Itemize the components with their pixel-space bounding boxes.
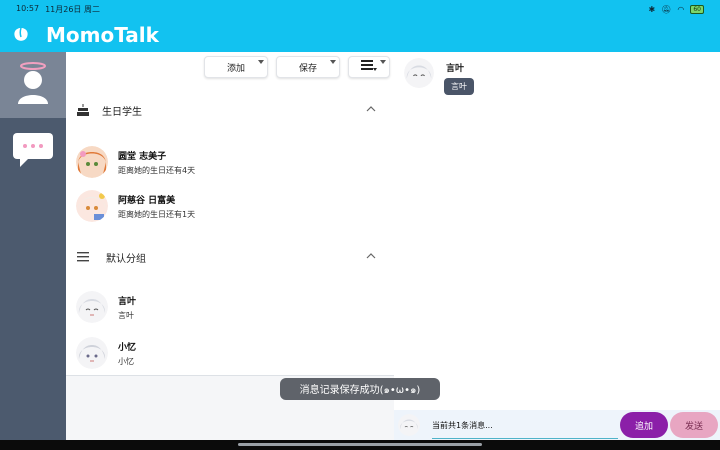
dropdown-arrow-icon (330, 60, 336, 64)
contact-list: 添加 保存 生日学生 圆堂 志美子 距离她的生日还有4天 阿慈谷 日富美 距离她… (66, 52, 394, 376)
message-bubble[interactable]: 言叶 (444, 78, 474, 95)
chat-panel: 言叶 言叶 (394, 52, 720, 440)
status-time: 10:57 (16, 3, 40, 13)
save-button-label: 保存 (298, 63, 317, 74)
hamburger-icon (76, 250, 90, 264)
avatar-halo-icon (13, 60, 53, 110)
append-button[interactable]: 追加 (620, 412, 668, 438)
contact-subtitle: 言叶 (118, 310, 134, 320)
contact-subtitle: 小忆 (118, 356, 134, 366)
avatar (76, 146, 108, 178)
message-sender: 言叶 (446, 64, 465, 74)
contact-item[interactable]: 小忆 小忆 (66, 331, 394, 375)
contact-item[interactable]: 圆堂 志美子 距离她的生日还有4天 (66, 140, 394, 184)
contact-item[interactable]: 阿慈谷 日富美 距离她的生日还有1天 (66, 184, 394, 228)
battery-icon: 60 (690, 4, 704, 14)
chat-tab[interactable] (12, 132, 54, 168)
contact-name: 圆堂 志美子 (118, 151, 167, 162)
contact-name: 言叶 (118, 296, 137, 307)
avatar (76, 337, 108, 369)
contact-subtitle: 距离她的生日还有1天 (118, 209, 196, 219)
cake-icon (76, 103, 90, 117)
chat-bubble-icon (12, 133, 54, 172)
contact-item[interactable]: 言叶 言叶 (66, 285, 394, 329)
input-underline (432, 438, 618, 439)
send-button[interactable]: 发送 (670, 412, 718, 438)
toolbar: 添加 保存 (204, 56, 390, 78)
list-menu-icon (361, 59, 377, 75)
toast-notification: 消息记录保存成功(๑•ω•๑) (280, 378, 440, 400)
home-handle[interactable] (238, 443, 482, 446)
peach-icon (10, 24, 32, 46)
avatar[interactable] (398, 414, 420, 436)
add-button[interactable]: 添加 (204, 56, 268, 78)
system-nav-bar (0, 440, 720, 450)
chevron-up-icon (366, 251, 376, 261)
chevron-up-icon (366, 104, 376, 114)
mute-icon: 🔕︎ (661, 4, 672, 14)
dropdown-arrow-icon (380, 60, 386, 64)
default-group-title: 默认分组 (106, 253, 146, 265)
app-title: MomoTalk (46, 23, 159, 47)
nav-rail (0, 52, 66, 440)
dropdown-arrow-icon (258, 60, 264, 64)
wifi-icon: ◠ (677, 4, 685, 14)
contact-name: 阿慈谷 日富美 (118, 195, 176, 206)
avatar (76, 291, 108, 323)
birthday-section-header[interactable]: 生日学生 (66, 92, 394, 128)
message-row: 言叶 言叶 (404, 58, 474, 95)
contact-name: 小忆 (118, 342, 137, 353)
menu-button[interactable] (348, 56, 390, 78)
message-count-input[interactable]: 当前共1条消息... (432, 420, 493, 431)
birthday-section-title: 生日学生 (102, 106, 142, 118)
contact-subtitle: 距离她的生日还有4天 (118, 165, 196, 175)
bluetooth-icon: ✱ (648, 4, 656, 14)
message-input-bar: 当前共1条消息... 追加 发送 (394, 410, 720, 440)
avatar (76, 190, 108, 222)
default-group-header[interactable]: 默认分组 (66, 239, 394, 275)
avatar[interactable] (404, 58, 434, 88)
status-bar: 10:57 11月26日 周二 ✱ 🔕︎ ◠ 60 (0, 0, 720, 18)
profile-tab[interactable] (0, 52, 66, 118)
save-button[interactable]: 保存 (276, 56, 340, 78)
add-button-label: 添加 (226, 63, 245, 74)
app-bar: MomoTalk (0, 18, 720, 52)
status-date: 11月26日 周二 (45, 4, 100, 14)
